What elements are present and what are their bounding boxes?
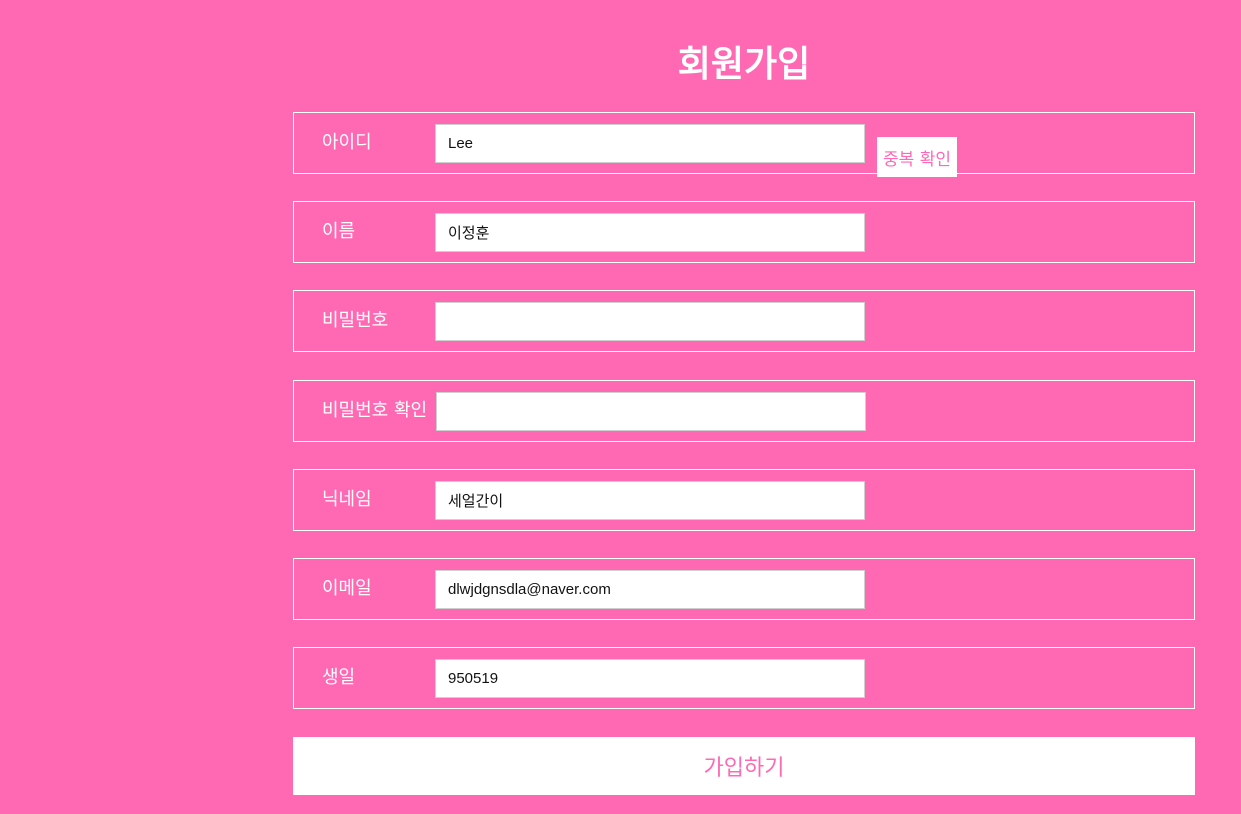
- birthday-label: 생일: [322, 667, 356, 688]
- password-confirm-row: 비밀번호 확인: [293, 380, 1195, 442]
- password-confirm-input[interactable]: [436, 392, 866, 431]
- id-label: 아이디: [322, 132, 372, 153]
- nickname-row: 닉네임: [293, 469, 1195, 531]
- page-title: 회원가입: [677, 44, 811, 85]
- name-input[interactable]: [435, 213, 865, 252]
- birthday-row: 생일: [293, 647, 1195, 709]
- id-input[interactable]: [435, 124, 865, 163]
- email-row: 이메일: [293, 558, 1195, 620]
- nickname-input[interactable]: [435, 481, 865, 520]
- nickname-label: 닉네임: [322, 489, 372, 510]
- email-label: 이메일: [322, 578, 372, 599]
- birthday-input[interactable]: [435, 659, 865, 698]
- email-input[interactable]: [435, 570, 865, 609]
- name-label: 이름: [322, 221, 356, 242]
- password-input[interactable]: [435, 302, 865, 341]
- password-label: 비밀번호: [322, 310, 389, 331]
- signup-submit-button[interactable]: 가입하기: [293, 737, 1195, 795]
- password-confirm-label: 비밀번호 확인: [322, 400, 428, 421]
- duplicate-check-button[interactable]: 중복 확인: [877, 137, 957, 177]
- name-row: 이름: [293, 201, 1195, 263]
- id-row: 아이디 중복 확인: [293, 112, 1195, 177]
- password-row: 비밀번호: [293, 290, 1195, 352]
